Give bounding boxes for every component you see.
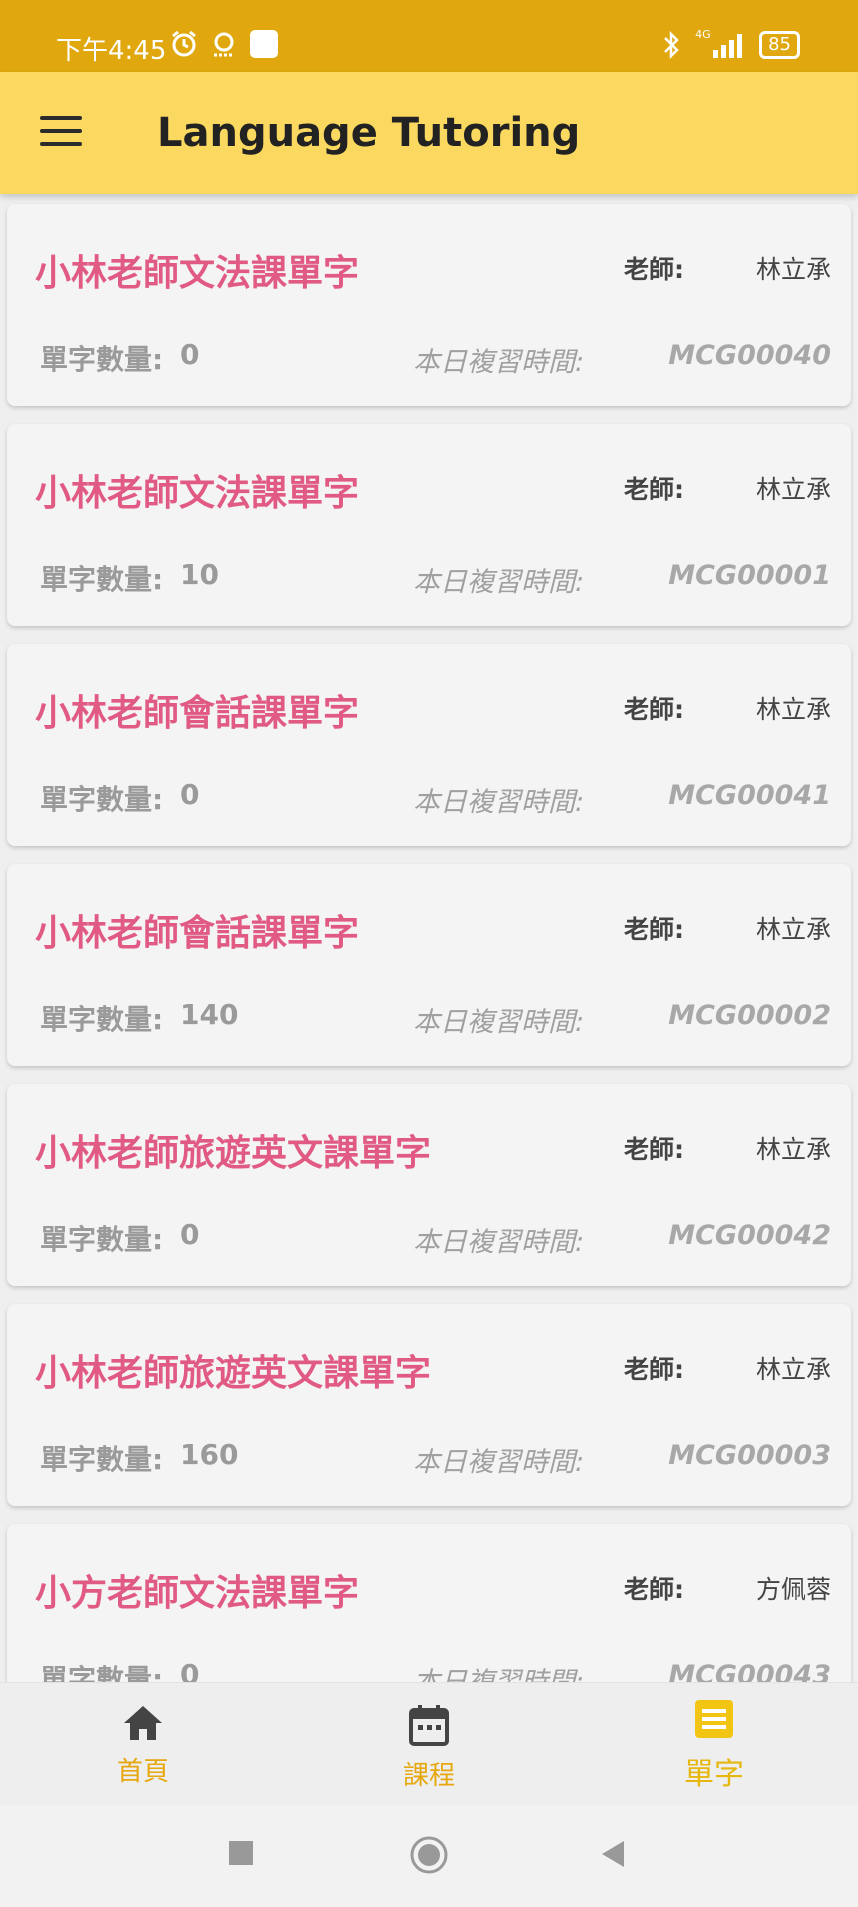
app-notification-icon — [250, 30, 278, 58]
menu-icon — [40, 116, 82, 120]
course-code: MCG00043 — [668, 1660, 831, 1682]
teacher-name: 林立承 — [755, 255, 831, 284]
vocab-card[interactable]: 小林老師會話課單字 老師: 林立承 單字數量: 140 本日複習時間: MCG0… — [7, 864, 851, 1066]
teacher-label: 老師: — [624, 255, 684, 284]
nav-courses[interactable]: 課程 — [369, 1703, 489, 1792]
vocab-list[interactable]: 小林老師文法課單字 老師: 林立承 單字數量: 0 本日複習時間: MCG000… — [0, 194, 858, 1682]
back-icon — [602, 1841, 624, 1867]
word-count-value: 160 — [180, 1438, 239, 1471]
review-time-label: 本日複習時間: — [413, 1007, 585, 1038]
word-count-label: 單字數量: — [40, 1003, 164, 1036]
teacher-name: 林立承 — [755, 1355, 831, 1384]
course-code: MCG00001 — [668, 560, 831, 591]
card-title: 小林老師文法課單字 — [35, 253, 360, 294]
course-code: MCG00042 — [668, 1220, 831, 1251]
review-time-label: 本日複習時間: — [413, 347, 585, 378]
review-time-label: 本日複習時間: — [413, 567, 585, 598]
recents-icon — [229, 1841, 253, 1865]
status-time: 下午4:45 — [56, 36, 167, 66]
word-count-label: 單字數量: — [40, 1663, 164, 1682]
vocab-card[interactable]: 小林老師文法課單字 老師: 林立承 單字數量: 10 本日複習時間: MCG00… — [7, 424, 851, 626]
word-count-value: 0 — [180, 1658, 200, 1682]
teacher-label: 老師: — [624, 1135, 684, 1164]
bottom-navigation: 首頁 課程 單字 — [0, 1682, 858, 1806]
vocab-card[interactable]: 小方老師文法課單字 老師: 方佩蓉 單字數量: 0 本日複習時間: MCG000… — [7, 1524, 851, 1682]
bluetooth-icon — [664, 30, 679, 60]
word-count-value: 0 — [180, 1218, 200, 1251]
teacher-name: 林立承 — [755, 475, 831, 504]
network-type: 4G — [695, 28, 711, 41]
course-code: MCG00040 — [668, 340, 831, 371]
course-code: MCG00002 — [668, 1000, 831, 1031]
calendar-icon — [409, 1705, 449, 1746]
word-count-label: 單字數量: — [40, 1443, 164, 1476]
word-count-label: 單字數量: — [40, 1223, 164, 1256]
card-title: 小林老師旅遊英文課單字 — [35, 1133, 432, 1174]
nav-courses-label: 課程 — [402, 1761, 455, 1791]
list-icon — [695, 1700, 733, 1738]
course-code: MCG00003 — [668, 1440, 831, 1471]
word-count-value: 10 — [180, 558, 219, 591]
word-count-value: 0 — [180, 778, 200, 811]
card-title: 小林老師會話課單字 — [35, 913, 360, 954]
card-title: 小林老師文法課單字 — [35, 473, 360, 514]
nav-home[interactable]: 首頁 — [83, 1703, 203, 1788]
teacher-name: 林立承 — [755, 1135, 831, 1164]
teacher-label: 老師: — [624, 475, 684, 504]
teacher-label: 老師: — [624, 1355, 684, 1384]
signal-icon: 4G — [693, 28, 747, 60]
home-system-button[interactable] — [409, 1835, 449, 1879]
review-time-label: 本日複習時間: — [413, 1447, 585, 1478]
vocab-card[interactable]: 小林老師會話課單字 老師: 林立承 單字數量: 0 本日複習時間: MCG000… — [7, 644, 851, 846]
word-count-label: 單字數量: — [40, 343, 164, 376]
page-title: Language Tutoring — [157, 110, 581, 156]
word-count-label: 單字數量: — [40, 563, 164, 596]
teacher-label: 老師: — [624, 695, 684, 724]
card-title: 小林老師會話課單字 — [35, 693, 360, 734]
app-bar: Language Tutoring — [0, 72, 858, 194]
recents-button[interactable] — [227, 1839, 255, 1871]
course-code: MCG00041 — [668, 780, 831, 811]
teacher-name: 方佩蓉 — [755, 1575, 831, 1604]
notification-icon — [214, 32, 234, 57]
back-button[interactable] — [598, 1839, 628, 1873]
word-count-label: 單字數量: — [40, 783, 164, 816]
nav-vocabulary[interactable]: 單字 — [654, 1697, 774, 1793]
alarm-icon — [172, 30, 196, 57]
vocab-card[interactable]: 小林老師文法課單字 老師: 林立承 單字數量: 0 本日複習時間: MCG000… — [7, 204, 851, 406]
vocab-card[interactable]: 小林老師旅遊英文課單字 老師: 林立承 單字數量: 0 本日複習時間: MCG0… — [7, 1084, 851, 1286]
word-count-value: 0 — [180, 338, 200, 371]
battery-level: 85 — [768, 34, 791, 55]
review-time-label: 本日複習時間: — [413, 1660, 584, 1682]
teacher-label: 老師: — [624, 1575, 684, 1604]
review-time-label: 本日複習時間: — [413, 1227, 585, 1258]
teacher-name: 林立承 — [755, 695, 831, 724]
review-time-label: 本日複習時間: — [413, 787, 585, 818]
nav-home-label: 首頁 — [116, 1757, 169, 1787]
home-icon — [124, 1706, 162, 1740]
home-circle-icon — [410, 1836, 448, 1874]
system-navigation-bar — [0, 1805, 858, 1907]
teacher-label: 老師: — [624, 915, 684, 944]
teacher-name: 林立承 — [755, 915, 831, 944]
nav-vocabulary-label: 單字 — [684, 1757, 744, 1792]
menu-button[interactable] — [40, 116, 82, 150]
card-title: 小方老師文法課單字 — [35, 1573, 360, 1614]
vocab-card[interactable]: 小林老師旅遊英文課單字 老師: 林立承 單字數量: 160 本日複習時間: MC… — [7, 1304, 851, 1506]
status-bar: 下午4:45 4G 85 — [0, 0, 858, 72]
word-count-value: 140 — [180, 998, 239, 1031]
card-title: 小林老師旅遊英文課單字 — [35, 1353, 432, 1394]
battery-icon: 85 — [759, 31, 800, 59]
